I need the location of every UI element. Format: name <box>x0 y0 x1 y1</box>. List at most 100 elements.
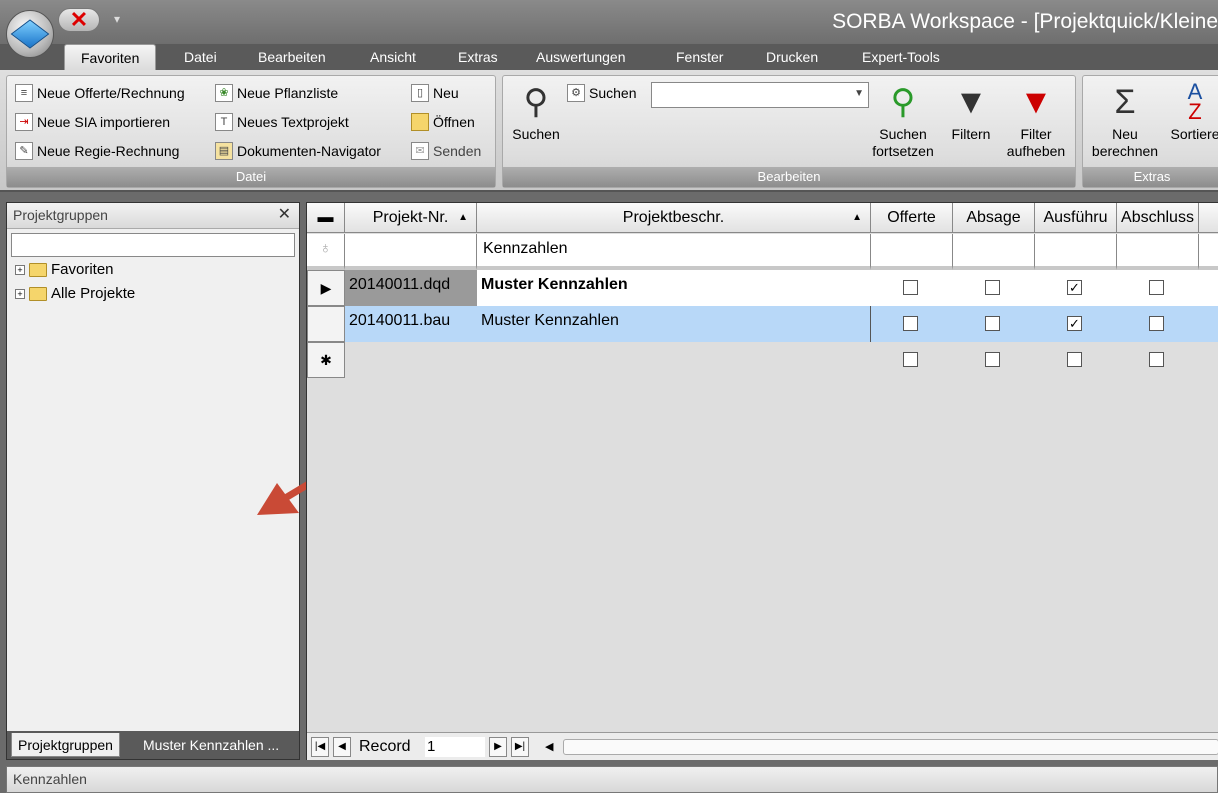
checkbox-offerte[interactable] <box>903 280 918 295</box>
close-document-button[interactable]: ✕ <box>58 7 100 32</box>
filter-cell-ausfuehrung[interactable] <box>1035 234 1117 270</box>
close-icon: ✕ <box>69 7 89 32</box>
panel-bottom-tabs: Projektgruppen Muster Kennzahlen ... <box>7 731 299 759</box>
sort-asc-icon: ▲ <box>852 212 862 223</box>
checkbox-absage[interactable] <box>985 316 1000 331</box>
filter-cell-offerte[interactable] <box>871 234 953 270</box>
filter-cell-abschluss[interactable] <box>1117 234 1199 270</box>
tab-projektgruppen[interactable]: Projektgruppen <box>11 733 120 757</box>
tab-expert-tools[interactable]: Expert-Tools <box>856 44 946 70</box>
table-row[interactable]: ▶ 20140011.dqd Muster Kennzahlen ✓ <box>307 270 1218 306</box>
last-record-button[interactable]: ▶| <box>511 737 529 757</box>
record-number-input[interactable]: 1 <box>425 737 485 757</box>
binoculars-plus-icon: ⚲ <box>890 83 916 121</box>
checkbox-absage[interactable] <box>985 280 1000 295</box>
panel-filter-input[interactable] <box>11 233 295 257</box>
column-header-projektbeschr[interactable]: Projektbeschr. ▲ <box>477 203 871 233</box>
checkbox-offerte[interactable] <box>903 352 918 367</box>
column-header-projekt-nr[interactable]: Projekt-Nr. ▲ <box>345 203 477 233</box>
oeffnen-button[interactable]: Öffnen <box>411 113 475 131</box>
new-row-selector[interactable]: ✱ <box>307 342 345 378</box>
close-icon[interactable]: ✕ <box>278 203 291 227</box>
search-combobox[interactable]: ▼ <box>651 82 869 108</box>
tab-muster-kennzahlen[interactable]: Muster Kennzahlen ... <box>137 733 285 757</box>
neu-button[interactable]: ▯ Neu <box>411 84 459 102</box>
neue-sia-importieren-button[interactable]: ⇥ Neue SIA importieren <box>15 113 170 131</box>
neue-regie-rechnung-button[interactable]: ✎ Neue Regie-Rechnung <box>15 142 179 160</box>
checkbox-absage[interactable] <box>985 352 1000 367</box>
tab-auswertungen[interactable]: Auswertungen <box>530 44 632 70</box>
tree-item-favoriten[interactable]: + Favoriten <box>15 261 114 278</box>
dokumenten-navigator-button[interactable]: ▤ Dokumenten-Navigator <box>215 142 381 160</box>
filter-cell-projektbeschr[interactable]: Kennzahlen <box>477 234 871 270</box>
ribbon-tabs: Favoriten Datei Bearbeiten Ansicht Extra… <box>0 44 1218 70</box>
tab-ansicht[interactable]: Ansicht <box>364 44 422 70</box>
suchen-fortsetzen-button[interactable]: ⚲ Suchen fortsetzen <box>865 82 941 160</box>
tab-fenster[interactable]: Fenster <box>670 44 729 70</box>
checkbox-ausfuehrung[interactable] <box>1067 352 1082 367</box>
checkbox-ausfuehrung[interactable]: ✓ <box>1067 316 1082 331</box>
filter-aufheben-button[interactable]: ▼ Filter aufheben <box>999 82 1073 160</box>
suchen-big-button[interactable]: ⚲ Suchen <box>509 82 563 143</box>
senden-button[interactable]: ✉ Senden <box>411 142 481 160</box>
checkbox-abschluss[interactable] <box>1149 280 1164 295</box>
column-header-absage[interactable]: Absage <box>953 203 1035 233</box>
filter-cell-absage[interactable] <box>953 234 1035 270</box>
plant-icon: ❀ <box>215 84 233 102</box>
next-record-button[interactable]: ▶ <box>489 737 507 757</box>
row-selector[interactable] <box>307 306 345 342</box>
sigma-icon: Σ <box>1114 83 1136 121</box>
record-navigator: |◀ ◀ Record 1 ▶ ▶| ◀ <box>307 732 1218 760</box>
scroll-left-icon[interactable]: ◀ <box>545 737 553 757</box>
cell-projektbeschr[interactable]: Muster Kennzahlen <box>477 270 871 306</box>
row-selector-current[interactable]: ▶ <box>307 270 345 306</box>
neu-berechnen-button[interactable]: Σ Neu berechnen <box>1087 82 1163 160</box>
cell-projektbeschr[interactable]: Muster Kennzahlen <box>477 306 871 342</box>
tab-favoriten[interactable]: Favoriten <box>64 44 157 70</box>
tab-drucken[interactable]: Drucken <box>760 44 824 70</box>
neue-offerte-button[interactable]: ≡ Neue Offerte/Rechnung <box>15 84 185 102</box>
tab-bearbeiten[interactable]: Bearbeiten <box>252 44 332 70</box>
application-menu-button[interactable] <box>6 10 54 58</box>
column-header-ausfuehrung[interactable]: Ausführu <box>1035 203 1117 233</box>
checkbox-abschluss[interactable] <box>1149 316 1164 331</box>
quick-access-dropdown-icon[interactable]: ▾ <box>114 12 120 26</box>
neues-textprojekt-button[interactable]: T Neues Textprojekt <box>215 113 349 131</box>
tab-extras[interactable]: Extras <box>452 44 504 70</box>
column-header-offerte[interactable]: Offerte <box>871 203 953 233</box>
group-label-extras: Extras <box>1083 167 1218 187</box>
cell-projekt-nr[interactable]: 20140011.bau <box>345 306 477 342</box>
checkbox-offerte[interactable] <box>903 316 918 331</box>
tab-datei[interactable]: Datei <box>178 44 223 70</box>
filter-cell-projekt-nr[interactable] <box>345 234 477 270</box>
projektgruppen-panel: Projektgruppen ✕ + Favoriten + Alle Projek… <box>6 202 381 760</box>
mail-icon: ✉ <box>411 142 429 160</box>
status-bar: Kennzahlen <box>6 766 1218 793</box>
expand-icon[interactable]: + <box>15 288 25 299</box>
checkbox-abschluss[interactable] <box>1149 352 1164 367</box>
new-file-icon: ▯ <box>411 84 429 102</box>
tree-item-alle-projekte[interactable]: + Alle Projekte <box>15 285 135 302</box>
expand-icon[interactable]: + <box>15 264 25 275</box>
column-header-more[interactable] <box>1199 203 1218 233</box>
checkbox-ausfuehrung[interactable]: ✓ <box>1067 280 1082 295</box>
neue-pflanzliste-button[interactable]: ❀ Neue Pflanzliste <box>215 84 338 102</box>
cell-projekt-nr[interactable]: 20140011.dqd <box>345 270 477 306</box>
row-checkbox-area <box>871 270 1218 306</box>
funnel-icon: ▼ <box>954 83 988 121</box>
first-record-button[interactable]: |◀ <box>311 737 329 757</box>
column-header-abschluss[interactable]: Abschluss <box>1117 203 1199 233</box>
record-label: Record <box>359 738 411 755</box>
collapse-header-button[interactable]: ▬ <box>307 203 345 233</box>
filter-cell-more[interactable] <box>1199 234 1218 270</box>
projects-grid: ▬ Projekt-Nr. ▲ Projektbeschr. ▲ Offerte A… <box>306 202 1218 760</box>
horizontal-scrollbar[interactable] <box>563 739 1218 755</box>
panel-header: Projektgruppen ✕ <box>7 203 299 229</box>
ribbon-group-extras: Σ Neu berechnen A Z Sortiere Extras <box>1082 75 1218 188</box>
table-row[interactable]: 20140011.bau Muster Kennzahlen ✓ <box>307 306 1218 342</box>
filtern-button[interactable]: ▼ Filtern <box>943 82 999 143</box>
prev-record-button[interactable]: ◀ <box>333 737 351 757</box>
new-row[interactable]: ✱ <box>307 342 1218 378</box>
app-logo-icon <box>10 19 50 49</box>
sortieren-button[interactable]: A Z Sortiere <box>1165 81 1218 143</box>
